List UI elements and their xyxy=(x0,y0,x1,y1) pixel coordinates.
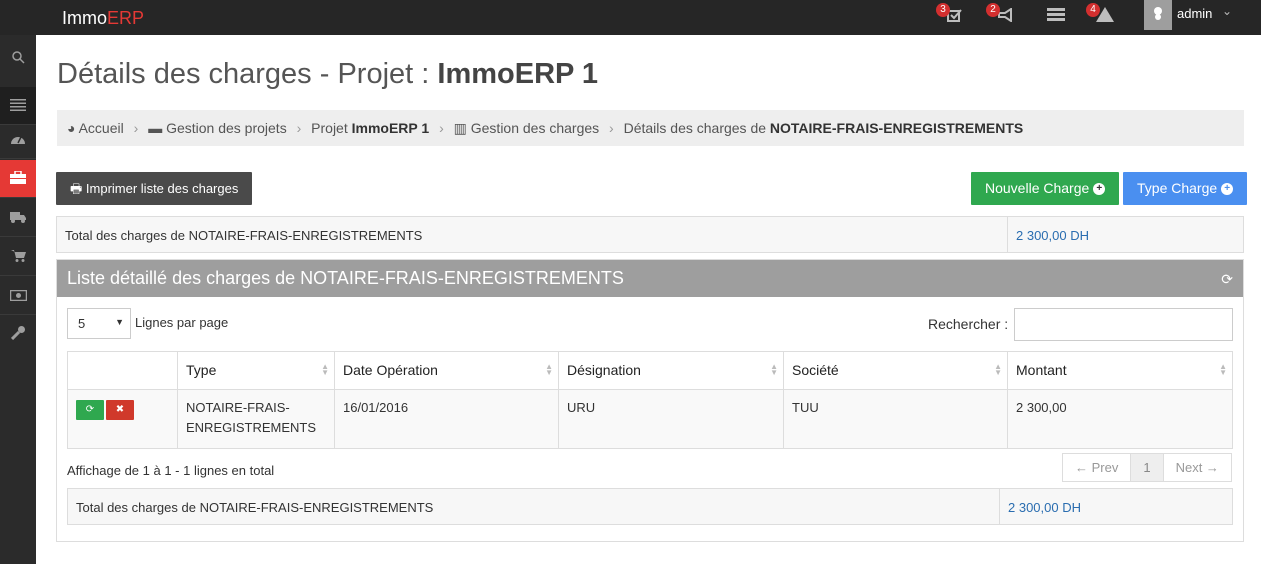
page-length-select[interactable]: 5 ▼ xyxy=(67,308,131,339)
footer-total-label: Total des charges de NOTAIRE-FRAIS-ENREG… xyxy=(76,500,434,515)
server-icon[interactable] xyxy=(1045,7,1067,27)
charges-summary: Total des charges de NOTAIRE-FRAIS-ENREG… xyxy=(56,216,1244,253)
prev-page-button[interactable]: ← Prev xyxy=(1063,454,1132,481)
table-row: ⟳ ✖ NOTAIRE-FRAIS- ENREGISTREMENTS 16/01/2… xyxy=(67,389,1233,449)
warning-icon[interactable]: 4 xyxy=(1086,3,1116,27)
breadcrumb-separator: › xyxy=(133,120,139,136)
summary-value: 2 300,00 DH xyxy=(1007,217,1244,252)
table-header-row: Type ▲ ▼ Date Opération ▲ ▼ Désignation ▲ ▼ So… xyxy=(67,351,1233,390)
cell-date: 16/01/2016 xyxy=(334,389,559,449)
sort-icon: ▲ ▼ xyxy=(770,362,778,377)
refresh-icon[interactable]: ⟳ xyxy=(1221,271,1233,288)
user-name[interactable]: admin xyxy=(1177,6,1212,21)
column-header-actions xyxy=(67,351,178,390)
breadcrumb-separator: › xyxy=(439,120,444,136)
sidebar xyxy=(0,35,36,564)
new-charge-button[interactable]: Nouvelle Charge + xyxy=(971,172,1120,205)
sort-icon: ▲ ▼ xyxy=(1219,362,1227,377)
cart-icon[interactable] xyxy=(0,238,36,276)
notification-badge: 3 xyxy=(936,3,950,17)
column-header-designation[interactable]: Désignation ▲ ▼ xyxy=(558,351,784,390)
panel-header: Liste détaillé des charges de NOTAIRE-FR… xyxy=(57,260,1243,297)
charges-table: Type ▲ ▼ Date Opération ▲ ▼ Désignation ▲ ▼ So… xyxy=(67,351,1233,449)
breadcrumb-project[interactable]: Projet ImmoERP 1 xyxy=(311,120,429,136)
column-header-type[interactable]: Type ▲ ▼ xyxy=(177,351,335,390)
tasks-icon[interactable]: 3 xyxy=(936,3,966,27)
pagination-info: Affichage de 1 à 1 - 1 lignes en total xyxy=(67,463,275,478)
column-header-montant[interactable]: Montant ▲ ▼ xyxy=(1007,351,1233,390)
chevron-down-icon[interactable]: ⌄ xyxy=(1222,4,1232,18)
summary-label: Total des charges de NOTAIRE-FRAIS-ENREG… xyxy=(65,228,423,243)
notification-badge: 2 xyxy=(986,3,1000,17)
update-button[interactable]: ⟳ xyxy=(76,400,104,420)
briefcase-icon[interactable] xyxy=(0,160,36,198)
charges-panel: Liste détaillé des charges de NOTAIRE-FR… xyxy=(56,259,1244,542)
truck-icon[interactable] xyxy=(0,199,36,237)
bar-chart-icon: ▥ xyxy=(453,120,467,136)
sort-icon: ▲ ▼ xyxy=(994,362,1002,377)
page-number-button[interactable]: 1 xyxy=(1131,454,1164,481)
cell-type: NOTAIRE-FRAIS- ENREGISTREMENTS xyxy=(177,389,335,449)
column-header-date[interactable]: Date Opération ▲ ▼ xyxy=(334,351,559,390)
footer-total-value: 2 300,00 DH xyxy=(999,489,1232,524)
money-icon[interactable] xyxy=(0,277,36,315)
pagination: ← Prev 1 Next → xyxy=(1062,453,1232,482)
cell-montant: 2 300,00 xyxy=(1007,389,1233,449)
sort-icon: ▲ ▼ xyxy=(545,362,553,377)
megaphone-icon[interactable]: 2 xyxy=(986,3,1016,27)
breadcrumb-current: Détails des charges de NOTAIRE-FRAIS-ENR… xyxy=(623,120,1024,136)
caret-down-icon: ▼ xyxy=(115,317,124,327)
print-icon: 🖶 xyxy=(70,181,83,196)
breadcrumb: ◕ Accueil › ▬ Gestion des projets › Proj… xyxy=(57,110,1244,146)
cell-societe: TUU xyxy=(783,389,1008,449)
next-page-button[interactable]: Next → xyxy=(1164,454,1231,481)
sort-icon: ▲ ▼ xyxy=(321,362,329,377)
search-icon[interactable] xyxy=(0,40,36,78)
page-title: Détails des charges - Projet : ImmoERP 1 xyxy=(57,58,599,90)
menu-icon[interactable] xyxy=(0,87,36,125)
page-length-label: Lignes par page xyxy=(135,315,229,330)
type-charge-button[interactable]: Type Charge + xyxy=(1123,172,1248,205)
cell-designation: URU xyxy=(558,389,784,449)
table-footer-total: Total des charges de NOTAIRE-FRAIS-ENREG… xyxy=(67,488,1233,525)
breadcrumb-home[interactable]: ◕ Accueil xyxy=(67,120,124,136)
plus-circle-icon: + xyxy=(1221,183,1234,196)
column-header-societe[interactable]: Société ▲ ▼ xyxy=(783,351,1008,390)
brand-logo[interactable]: ImmoERP xyxy=(62,8,144,29)
delete-button[interactable]: ✖ xyxy=(106,400,134,420)
top-bar: ImmoERP 3 2 4 admin ⌄ xyxy=(0,0,1261,35)
notification-badge: 4 xyxy=(1086,3,1100,17)
plus-circle-icon: + xyxy=(1093,183,1106,196)
panel-title: Liste détaillé des charges de NOTAIRE-FR… xyxy=(67,268,624,288)
print-charges-button[interactable]: 🖶 Imprimer liste des charges xyxy=(56,172,253,205)
search-input[interactable] xyxy=(1014,308,1233,341)
dashboard-icon[interactable] xyxy=(0,121,36,159)
briefcase-icon: ▬ xyxy=(148,120,163,136)
breadcrumb-separator: › xyxy=(296,120,302,136)
breadcrumb-projects[interactable]: ▬ Gestion des projets xyxy=(148,120,287,136)
breadcrumb-separator: › xyxy=(609,120,614,136)
breadcrumb-charges[interactable]: ▥ Gestion des charges xyxy=(454,120,600,136)
avatar[interactable] xyxy=(1144,0,1172,30)
dashboard-icon: ◕ xyxy=(67,120,76,136)
search-label: Rechercher : xyxy=(928,316,1009,332)
wrench-icon[interactable] xyxy=(0,316,36,354)
row-actions: ⟳ ✖ xyxy=(67,389,178,449)
